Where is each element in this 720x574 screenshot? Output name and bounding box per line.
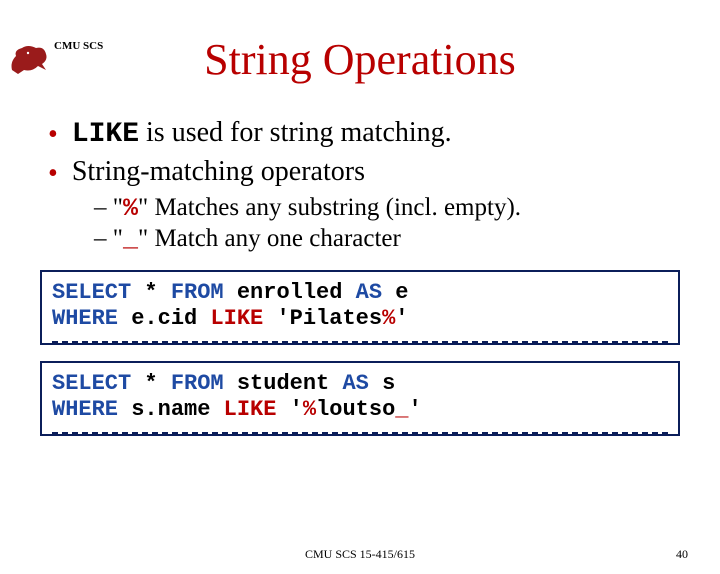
sub-bullet-1: – "%" Matches any substring (incl. empty… — [94, 194, 672, 223]
code-line: WHERE s.name LIKE '%loutso_' — [52, 397, 668, 433]
bullet-1: • LIKE is used for string matching. — [48, 117, 672, 150]
sub-bullet-2: – "_" Match any one character — [94, 225, 672, 254]
percent-symbol: % — [123, 194, 138, 223]
bullet-dot: • — [48, 121, 58, 149]
cmu-dragon-logo — [8, 42, 50, 76]
bullet-text: LIKE is used for string matching. — [72, 117, 452, 150]
code-line: WHERE e.cid LIKE 'Pilates%' — [52, 306, 668, 342]
sub-bullets: – "%" Matches any substring (incl. empty… — [94, 194, 672, 254]
code-line: SELECT * FROM student AS s — [52, 371, 668, 397]
bullet-text: String-matching operators — [72, 156, 365, 188]
content-area: • LIKE is used for string matching. • St… — [0, 117, 720, 254]
code-line: SELECT * FROM enrolled AS e — [52, 280, 668, 306]
header-label: CMU SCS — [54, 40, 103, 52]
bullet-dot: • — [48, 160, 58, 188]
bullet-2: • String-matching operators — [48, 156, 672, 188]
footer-page-number: 40 — [676, 547, 688, 562]
sql-example-1: SELECT * FROM enrolled AS e WHERE e.cid … — [40, 270, 680, 345]
like-keyword: LIKE — [72, 119, 139, 150]
sql-example-2: SELECT * FROM student AS s WHERE s.name … — [40, 361, 680, 436]
underscore-symbol: _ — [123, 225, 138, 254]
slide-title: String Operations — [0, 34, 720, 85]
footer-course: CMU SCS 15-415/615 — [305, 547, 415, 562]
